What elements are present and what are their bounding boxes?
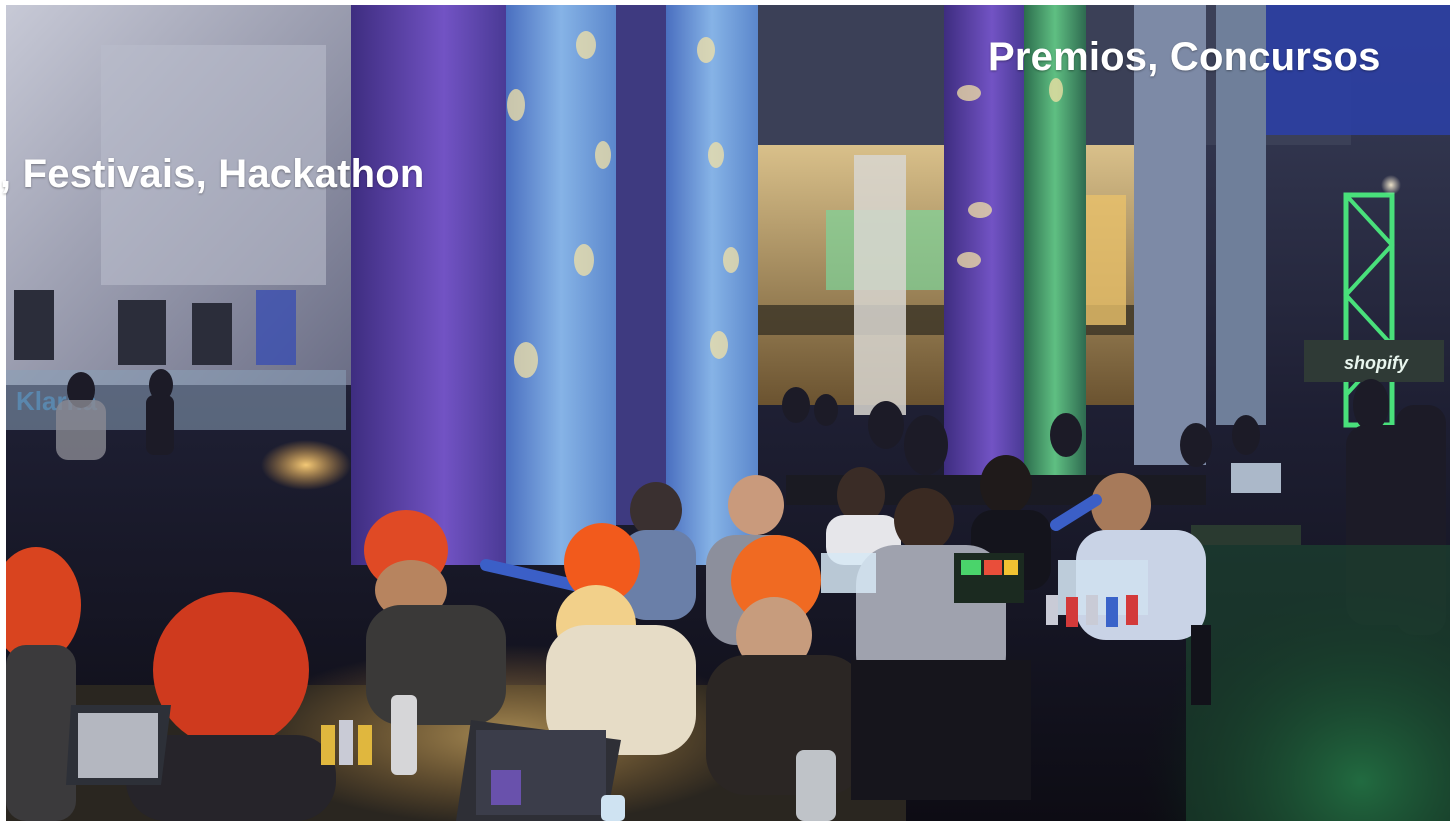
image-frame: Klarna shopify , Festivais, Hackathon Pr…: [0, 0, 1450, 821]
shopify-sign: shopify: [1344, 353, 1409, 373]
caption-festivals-hackathon: , Festivais, Hackathon: [0, 152, 425, 196]
caption-prizes-contests: Premios, Concursos: [988, 35, 1381, 79]
photo-illustration: Klarna shopify: [6, 5, 1450, 821]
hackathon-photo: Klarna shopify: [6, 5, 1450, 821]
